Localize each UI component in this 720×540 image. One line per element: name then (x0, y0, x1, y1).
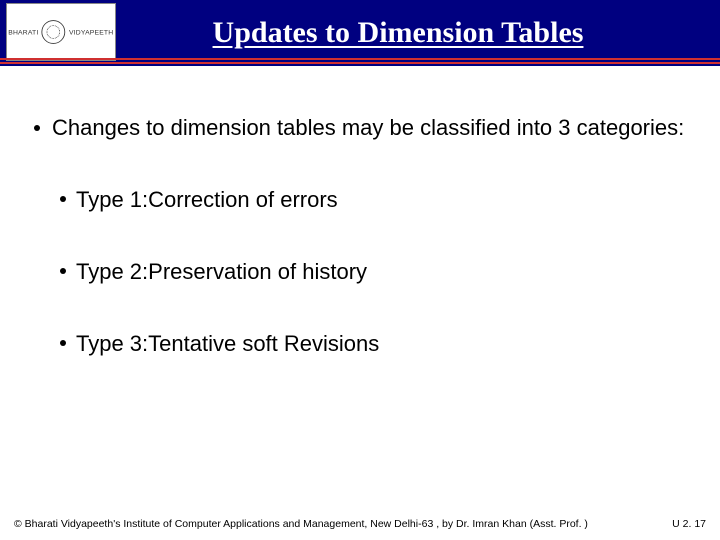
sub-list: Type 1:Correction of errors Type 2:Prese… (60, 186, 686, 358)
institute-logo: BHARATI VIDYAPEETH (6, 3, 116, 61)
list-item: Type 2:Preservation of history (60, 258, 686, 286)
footer-page-number: U 2. 17 (672, 518, 706, 530)
footer-copyright: © Bharati Vidyapeeth's Institute of Comp… (14, 518, 672, 530)
list-item: Type 1:Correction of errors (60, 186, 686, 214)
slide-title: Updates to Dimension Tables (116, 16, 720, 50)
list-item-label: Type 1:Correction of errors (76, 186, 338, 214)
logo-text-left: BHARATI (8, 28, 38, 36)
header-divider (0, 62, 720, 64)
slide-footer: © Bharati Vidyapeeth's Institute of Comp… (0, 518, 720, 530)
list-item: Changes to dimension tables may be class… (34, 114, 686, 142)
bullet-icon (60, 196, 66, 202)
intro-text: Changes to dimension tables may be class… (52, 114, 684, 142)
slide-body: Changes to dimension tables may be class… (0, 66, 720, 359)
list-item-label: Type 2:Preservation of history (76, 258, 367, 286)
list-item: Type 3:Tentative soft Revisions (60, 330, 686, 358)
bullet-icon (60, 340, 66, 346)
slide-header: BHARATI VIDYAPEETH Updates to Dimension … (0, 0, 720, 66)
bullet-icon (34, 125, 40, 131)
logo-text-right: VIDYAPEETH (69, 28, 113, 36)
list-item-label: Type 3:Tentative soft Revisions (76, 330, 379, 358)
bullet-icon (60, 268, 66, 274)
header-divider (0, 58, 720, 60)
logo-emblem-icon (42, 20, 66, 44)
